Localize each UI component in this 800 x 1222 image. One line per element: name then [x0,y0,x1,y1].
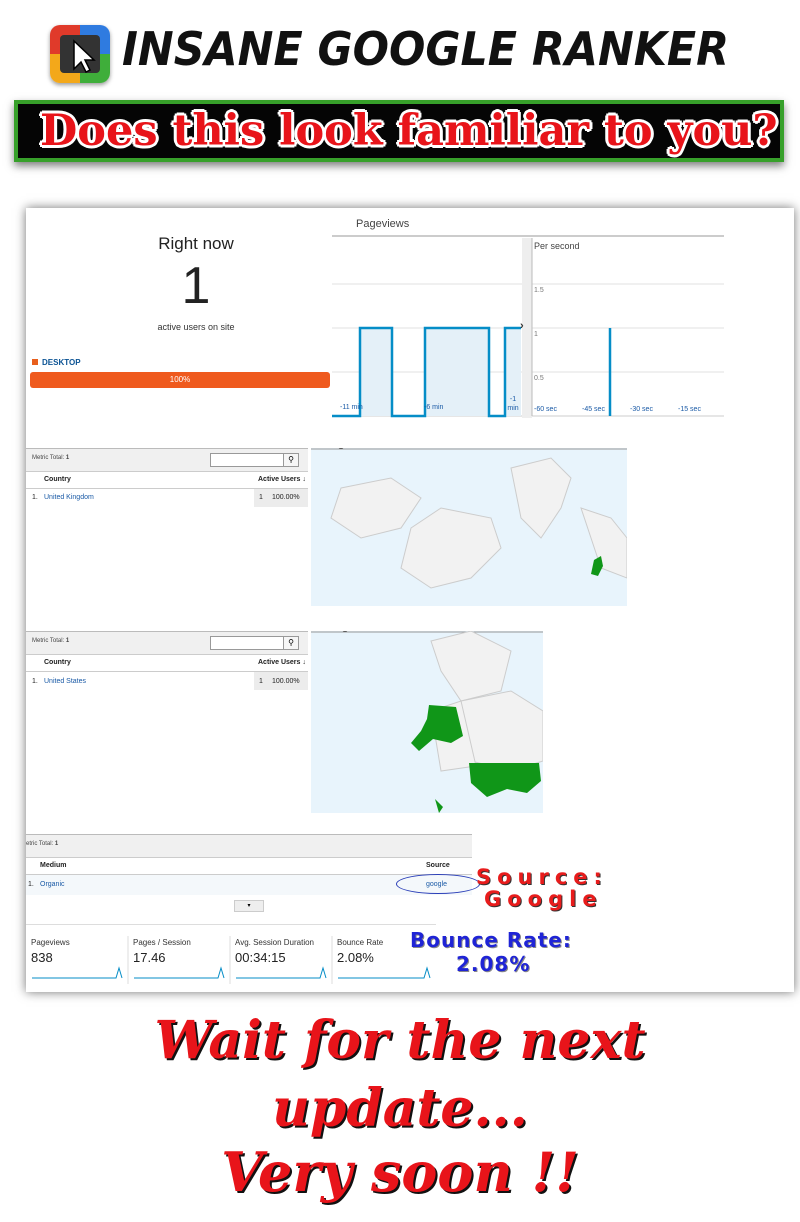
y-tick: 0.5 [534,375,544,382]
x-tick: -6 min [424,404,444,411]
col-source[interactable]: Source [426,862,450,869]
active-user-count: 1 [181,257,211,315]
app-title: Insane Google Ranker [122,22,730,76]
footer-line-3: Very soon !! [221,1140,579,1204]
search-icon[interactable]: ⚲ [283,636,299,650]
x-tick: -15 sec [678,406,701,413]
metric-total-label: Metric Total: 1 [32,455,70,461]
col-active-users[interactable]: Active Users ↓ [258,659,306,666]
col-medium[interactable]: Medium [40,862,66,869]
y-tick: 1 [534,331,538,338]
x-tick: -45 sec [582,406,605,413]
desktop-label: DESKTOP [42,358,81,367]
desktop-share-bar: 100% [30,372,330,388]
bounce-rate-annotation: Bounce Rate: 2.08% [410,928,572,976]
chevron-right-icon[interactable]: › [520,320,524,332]
col-country[interactable]: Country [44,659,71,666]
active-users-label: active users on site [157,322,235,332]
source-annotation: Source: Google [476,865,608,911]
analytics-panel: Right now 1 active users on site DESKTOP… [26,208,794,992]
pageviews-chart [332,235,724,418]
x-tick: -30 sec [630,406,653,413]
footer-line-1: Wait for the next [154,1010,646,1071]
per-second-label: Per second [534,241,580,251]
us-search-input[interactable] [210,636,284,650]
pageviews-title: Pageviews [356,218,410,230]
table-row-medium[interactable]: Organic [40,881,65,888]
chevron-down-icon[interactable]: ▾ [234,900,264,912]
footer-line-2: update... [272,1078,528,1139]
app-logo-icon [50,25,110,83]
uk-search-input[interactable] [210,453,284,467]
metric-sparklines [32,936,431,984]
desktop-legend-swatch [32,359,38,365]
tagline-text: Does this look familiar to you? [40,106,778,156]
metric-total-label: Metric Total: 1 [32,638,70,644]
uk-world-map [311,448,627,606]
col-active-users[interactable]: Active Users ↓ [258,476,306,483]
y-tick: 1.5 [534,287,544,294]
col-country[interactable]: Country [44,476,71,483]
table-row-country[interactable]: United Kingdom [44,494,94,501]
table-row-country[interactable]: United States [44,678,86,685]
x-tick: -60 sec [534,406,557,413]
right-now-title: Right now [158,234,234,253]
x-tick: -11 min [340,404,363,411]
search-icon[interactable]: ⚲ [283,453,299,467]
metric-total-label: etric Total: 1 [26,841,59,847]
us-world-map [311,631,543,813]
source-table-toolbar [26,834,472,858]
x-tick: -1 min [507,396,519,412]
table-row-source[interactable]: google [426,881,447,888]
